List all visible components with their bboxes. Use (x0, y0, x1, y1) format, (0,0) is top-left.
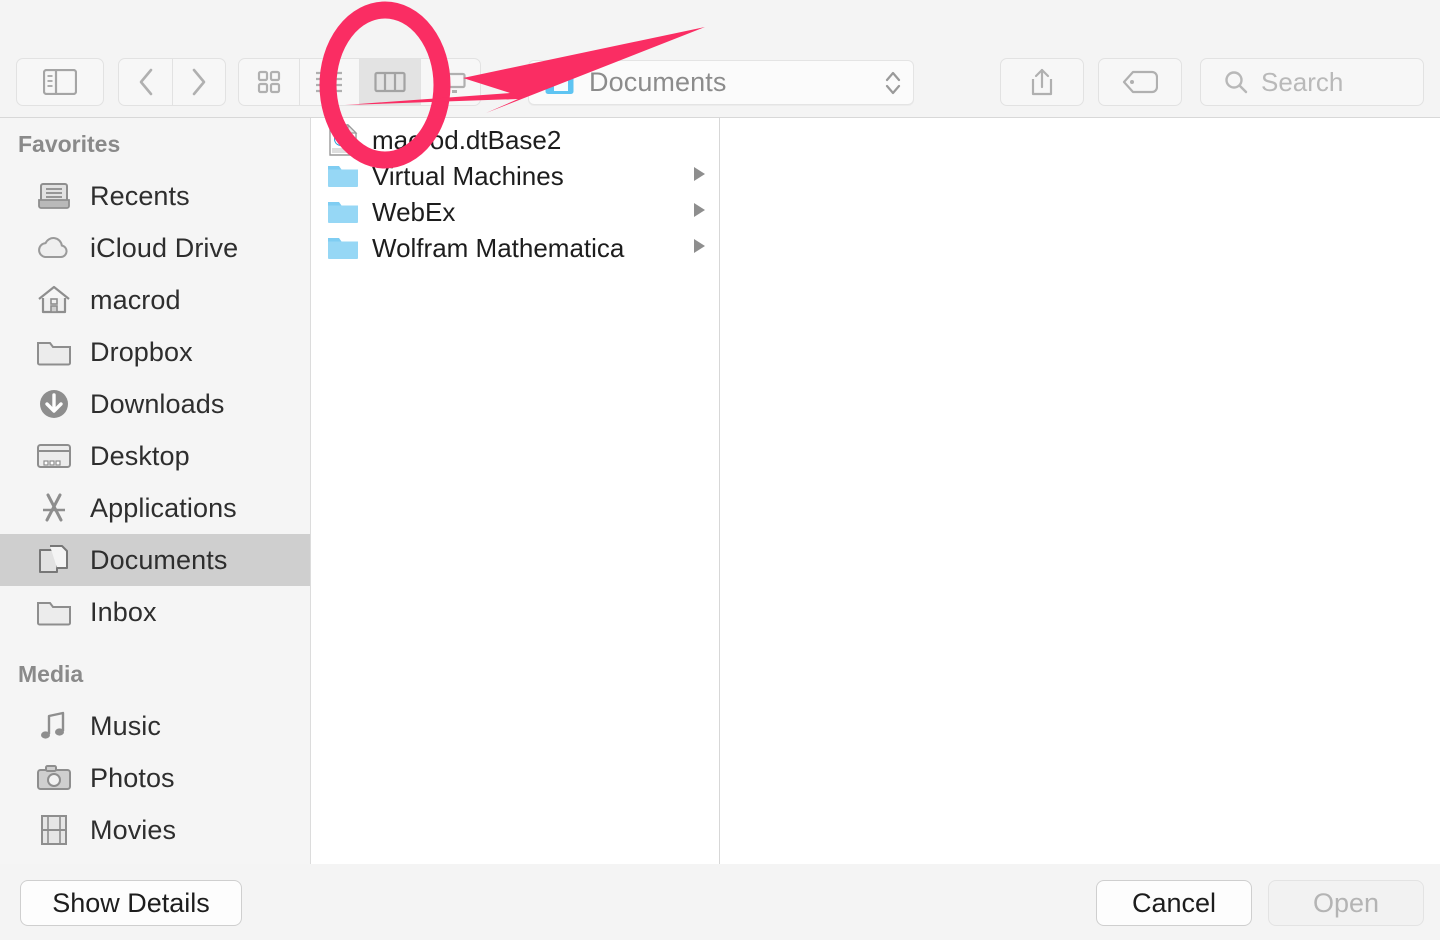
documents-icon (34, 544, 74, 576)
disclosure-triangle-icon[interactable] (691, 201, 707, 224)
sidebar-toggle-button[interactable] (16, 58, 104, 106)
photos-icon (34, 764, 74, 792)
sidebar-item-label: Documents (90, 544, 228, 575)
folder-icon (326, 163, 360, 189)
list-item-name: Virtual Machines (372, 160, 564, 191)
sidebar-item-recents[interactable]: Recents (0, 170, 310, 222)
recents-icon (34, 181, 74, 211)
sidebar-item-label: Dropbox (90, 336, 193, 367)
sidebar-item-desktop[interactable]: Desktop (0, 430, 310, 482)
sidebar-item-music[interactable]: Music (0, 700, 310, 752)
sidebar-item-movies[interactable]: Movies (0, 804, 310, 856)
sidebar-item-label: Applications (90, 492, 237, 523)
file-column[interactable]: macrod.dtBase2 Virtual Machines WebEx Wo… (312, 118, 720, 864)
tags-button[interactable] (1098, 58, 1182, 106)
sidebar-section-media-title: Media (18, 660, 84, 687)
open-file-dialog: Documents Search Favorites Recents iClou… (0, 0, 1440, 940)
list-item-name: macrod.dtBase2 (372, 124, 562, 155)
sidebar: Favorites Recents iCloud Drive macrod Dr… (0, 118, 311, 864)
search-placeholder: Search (1261, 66, 1344, 97)
disclosure-triangle-icon[interactable] (691, 165, 707, 188)
preview-column (721, 118, 1440, 864)
sidebar-item-label: Downloads (90, 388, 225, 419)
movies-icon (34, 814, 74, 846)
columns-icon (374, 71, 406, 93)
column-view-button[interactable] (360, 59, 421, 105)
location-popup-button[interactable]: Documents (528, 60, 914, 105)
location-label: Documents (589, 67, 727, 97)
sidebar-item-label: iCloud Drive (90, 232, 239, 263)
home-icon (34, 285, 74, 315)
documents-folder-icon (545, 71, 574, 94)
sidebar-item-label: Inbox (90, 596, 157, 627)
search-field[interactable]: Search (1200, 58, 1424, 106)
list-item-name: Wolfram Mathematica (372, 232, 625, 263)
tag-icon (1122, 70, 1158, 94)
sidebar-item-photos[interactable]: Photos (0, 752, 310, 804)
chevron-left-icon (139, 68, 152, 96)
list-item[interactable]: WebEx (312, 194, 719, 230)
sidebar-item-documents[interactable]: Documents (0, 534, 310, 586)
sidebar-item-downloads[interactable]: Downloads (0, 378, 310, 430)
share-icon (1031, 68, 1053, 96)
sidebar-icon (43, 69, 77, 95)
folder-icon (326, 235, 360, 261)
sidebar-section-favorites-title: Favorites (18, 130, 121, 157)
sidebar-item-macrod[interactable]: macrod (0, 274, 310, 326)
sidebar-item-label: Music (90, 710, 162, 741)
sidebar-item-label: Movies (90, 814, 177, 845)
icon-view-button[interactable] (239, 59, 300, 105)
gallery-view-button[interactable] (421, 59, 481, 105)
sidebar-item-applications[interactable]: Applications (0, 482, 310, 534)
sidebar-item-label: Desktop (90, 440, 190, 471)
sidebar-item-icloud-drive[interactable]: iCloud Drive (0, 222, 310, 274)
list-view-button[interactable] (300, 59, 360, 105)
gallery-icon (434, 72, 466, 93)
dtbase2-file-icon (326, 124, 360, 156)
desktop-icon (34, 442, 74, 470)
sidebar-item-inbox[interactable]: Inbox (0, 586, 310, 638)
chevron-updown-icon (883, 68, 903, 98)
applications-icon (34, 492, 74, 524)
show-details-button[interactable]: Show Details (20, 880, 242, 926)
share-button[interactable] (1000, 58, 1084, 106)
toolbar: Documents Search (0, 0, 1440, 118)
search-icon (1225, 71, 1248, 94)
downloads-icon (34, 387, 74, 421)
grid-icon (257, 70, 280, 94)
folder-icon (34, 338, 74, 366)
sidebar-item-label: Recents (90, 180, 190, 211)
folder-icon (34, 598, 74, 626)
sidebar-item-dropbox[interactable]: Dropbox (0, 326, 310, 378)
sidebar-item-label: Photos (90, 762, 175, 793)
open-button: Open (1268, 880, 1424, 926)
music-icon (34, 710, 74, 742)
folder-icon (326, 199, 360, 225)
forward-button[interactable] (172, 58, 226, 106)
chevron-right-icon (192, 68, 206, 96)
list-item[interactable]: Wolfram Mathematica (312, 230, 719, 266)
disclosure-triangle-icon[interactable] (691, 237, 707, 260)
view-mode-segmented-control[interactable] (238, 58, 481, 106)
sidebar-item-label: macrod (90, 284, 181, 315)
list-item-name: WebEx (372, 196, 456, 227)
icloud-icon (34, 235, 74, 261)
list-item[interactable]: macrod.dtBase2 (312, 122, 719, 158)
back-button[interactable] (118, 58, 172, 106)
cancel-button[interactable]: Cancel (1096, 880, 1252, 926)
list-item[interactable]: Virtual Machines (312, 158, 719, 194)
list-icon (316, 71, 343, 93)
